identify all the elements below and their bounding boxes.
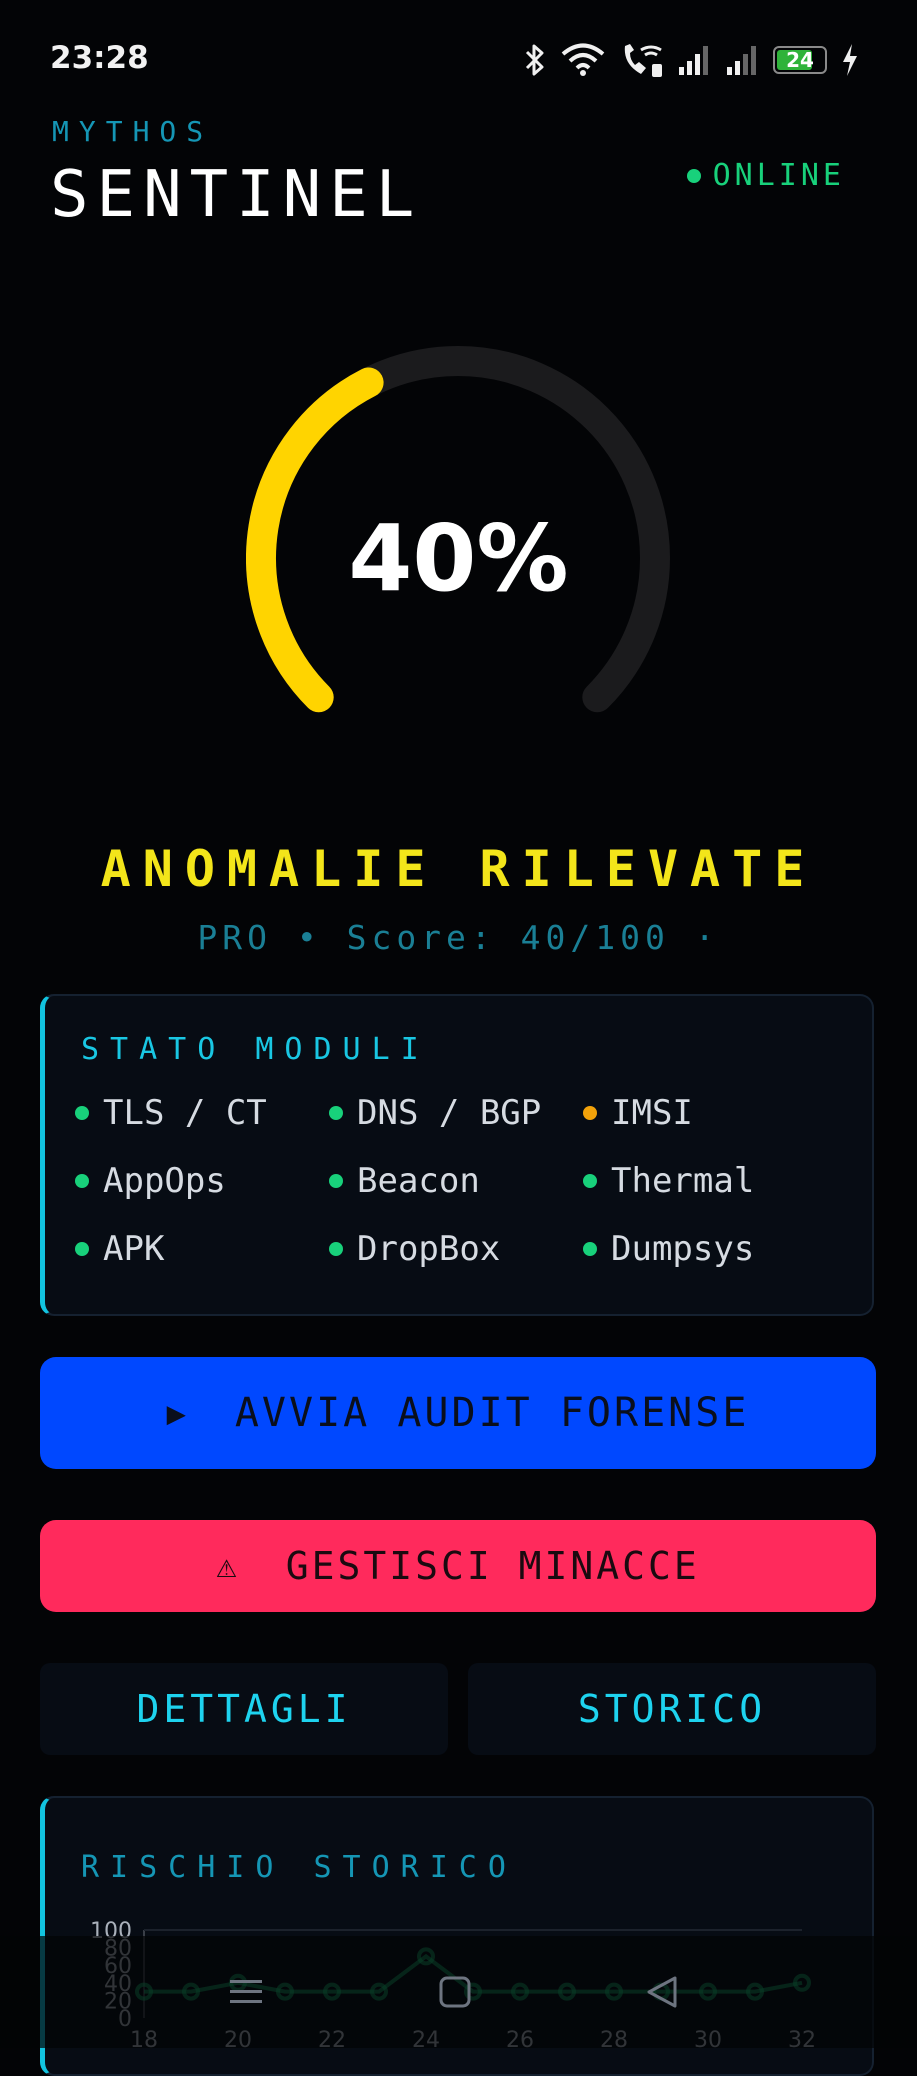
module-label: Thermal: [611, 1161, 755, 1201]
history-button[interactable]: STORICO: [468, 1663, 876, 1755]
module-status-dot-icon: [583, 1174, 597, 1188]
modules-card: STATO MODULI TLS / CT DNS / BGP IMSI AppOps…: [40, 994, 874, 1316]
start-audit-label: AVVIA AUDIT FORENSE: [234, 1390, 750, 1436]
app-subtitle: MYTHOS: [52, 115, 214, 148]
module-item: DNS / BGP: [329, 1093, 583, 1133]
module-item: DropBox: [329, 1229, 583, 1269]
home-icon: [439, 1976, 471, 2008]
menu-nav-button[interactable]: [216, 1962, 276, 2022]
battery-icon: 24: [773, 46, 827, 74]
module-item: Thermal: [583, 1161, 837, 1201]
module-status-dot-icon: [329, 1106, 343, 1120]
module-item: IMSI: [583, 1093, 837, 1133]
wifi-call-icon: [624, 44, 662, 77]
module-label: IMSI: [611, 1093, 693, 1133]
module-item: APK: [75, 1229, 329, 1269]
modules-grid: TLS / CT DNS / BGP IMSI AppOps Beacon Thermal…: [75, 1093, 855, 1269]
status-subtitle: PRO • Score: 40/100 ·: [197, 918, 720, 957]
navigation-bar: [0, 1936, 917, 2048]
bluetooth-icon: [525, 44, 544, 76]
module-label: DropBox: [357, 1229, 501, 1269]
details-label: DETTAGLI: [136, 1687, 352, 1731]
history-label: STORICO: [577, 1687, 767, 1731]
gauge-value: 40%: [348, 505, 569, 612]
wifi-icon: [561, 43, 605, 76]
play-icon: ▶: [166, 1394, 189, 1432]
start-audit-button[interactable]: ▶ AVVIA AUDIT FORENSE: [40, 1357, 876, 1469]
details-button[interactable]: DETTAGLI: [40, 1663, 448, 1755]
home-nav-button[interactable]: [425, 1962, 485, 2022]
app-title: SENTINEL: [50, 158, 423, 232]
module-label: Beacon: [357, 1161, 480, 1201]
manage-threats-button[interactable]: ⚠ GESTISCI MINACCE: [40, 1520, 876, 1612]
module-status-dot-icon: [75, 1242, 89, 1256]
menu-icon: [230, 1980, 262, 2003]
module-label: TLS / CT: [103, 1093, 267, 1133]
battery-level: 24: [786, 48, 814, 72]
clock: 23:28: [50, 40, 149, 76]
charging-icon: [843, 44, 857, 76]
modules-title: STATO MODULI: [81, 1032, 430, 1067]
module-status-dot-icon: [583, 1106, 597, 1120]
manage-threats-label: GESTISCI MINACCE: [285, 1544, 700, 1588]
history-title: RISCHIO STORICO: [81, 1850, 517, 1885]
module-status-dot-icon: [75, 1174, 89, 1188]
module-status-dot-icon: [329, 1174, 343, 1188]
module-item: Beacon: [329, 1161, 583, 1201]
module-label: Dumpsys: [611, 1229, 755, 1269]
module-item: AppOps: [75, 1161, 329, 1201]
status-title: ANOMALIE RILEVATE: [100, 840, 817, 898]
status-icons: 24: [523, 40, 859, 80]
online-dot-icon: [686, 168, 701, 183]
back-icon: [647, 1976, 677, 2008]
warning-icon: ⚠: [216, 1546, 240, 1586]
module-item: Dumpsys: [583, 1229, 837, 1269]
back-nav-button[interactable]: [632, 1962, 692, 2022]
module-item: TLS / CT: [75, 1093, 329, 1133]
module-label: DNS / BGP: [357, 1093, 542, 1133]
connection-status: ONLINE: [686, 158, 845, 193]
signal-icon: [727, 46, 756, 75]
module-status-dot-icon: [75, 1106, 89, 1120]
module-label: APK: [103, 1229, 165, 1269]
module-status-dot-icon: [329, 1242, 343, 1256]
module-label: AppOps: [103, 1161, 226, 1201]
connection-status-label: ONLINE: [712, 158, 845, 193]
status-bar: 23:28 24: [0, 0, 917, 120]
module-status-dot-icon: [583, 1242, 597, 1256]
signal-icon: [679, 46, 708, 75]
